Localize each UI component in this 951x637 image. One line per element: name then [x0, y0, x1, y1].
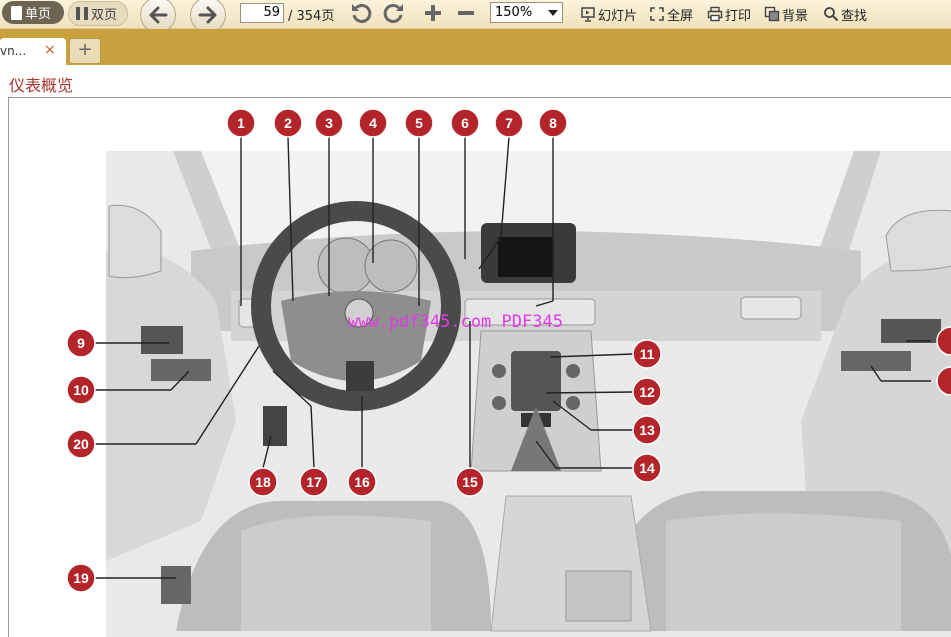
printer-icon: [707, 6, 723, 22]
slideshow-label: 幻灯片: [598, 8, 638, 24]
double-page-button[interactable]: 双页: [68, 1, 128, 26]
close-icon[interactable]: ×: [44, 42, 56, 58]
callout-13: 13: [632, 415, 662, 445]
page-title: 仪表概览: [9, 76, 74, 95]
page-number-input[interactable]: 59: [240, 3, 284, 23]
callout-14: 14: [632, 453, 662, 483]
callout-2-label: 2: [284, 115, 292, 131]
callout-19: 19: [66, 563, 96, 593]
tab-document[interactable]: vn... ×: [0, 38, 66, 65]
find-button[interactable]: 查找: [823, 2, 867, 26]
dashboard-figure: 1 2 3 4 5 6 7 8 9 10 11 12 13 14 15 16 1…: [8, 97, 951, 637]
callout-1: 1: [226, 108, 256, 138]
callout-20: 20: [66, 429, 96, 459]
callout-7-label: 7: [505, 115, 513, 131]
callout-11: 11: [632, 339, 662, 369]
callout-16: 16: [347, 467, 377, 497]
zoom-select[interactable]: 150%: [490, 2, 563, 23]
tab-bar: vn... × +: [0, 29, 951, 65]
book-icon: [76, 7, 88, 20]
callout-19-label: 19: [73, 570, 89, 586]
callout-16-label: 16: [354, 474, 370, 490]
callout-13-label: 13: [639, 422, 655, 438]
dashboard-illustration: 1 2 3 4 5 6 7 8 9 10 11 12 13 14 15 16 1…: [66, 108, 951, 637]
callout-4-label: 4: [369, 115, 377, 131]
callout-1-label: 1: [237, 115, 245, 131]
arrow-left-icon: [149, 6, 168, 24]
rotate-right-icon: [383, 3, 403, 23]
callout-17-label: 17: [306, 474, 322, 490]
plus-icon: [425, 5, 441, 21]
arrow-right-icon: [198, 6, 217, 24]
chevron-down-icon: [548, 10, 558, 16]
new-tab-button[interactable]: +: [69, 38, 101, 64]
callout-8-label: 8: [549, 115, 557, 131]
background-button[interactable]: 背景: [764, 2, 808, 26]
find-label: 查找: [841, 8, 868, 24]
fullscreen-button[interactable]: 全屏: [649, 2, 693, 26]
callout-7: 7: [494, 108, 524, 138]
slideshow-button[interactable]: 幻灯片: [580, 2, 637, 26]
print-label: 打印: [725, 8, 752, 24]
callout-10: 10: [66, 375, 96, 405]
minus-icon: [458, 11, 474, 15]
callout-2: 2: [273, 108, 303, 138]
print-button[interactable]: 打印: [707, 2, 751, 26]
callout-6: 6: [450, 108, 480, 138]
callout-9-label: 9: [77, 335, 85, 351]
page-total: / 354页: [288, 9, 335, 24]
callout-3-label: 3: [325, 115, 333, 131]
single-page-label: 单页: [25, 7, 52, 22]
zoom-out-button[interactable]: [455, 1, 477, 25]
callout-12: 12: [632, 377, 662, 407]
fullscreen-icon: [650, 7, 664, 21]
callout-20-label: 20: [73, 436, 89, 452]
callout-15-label: 15: [462, 474, 478, 490]
callout-12-label: 12: [639, 384, 655, 400]
background-label: 背景: [782, 8, 809, 24]
watermark: www.pdf345.com PDF345: [348, 312, 563, 332]
callout-18-label: 18: [255, 474, 271, 490]
callout-18: 18: [248, 467, 278, 497]
rotate-left-button[interactable]: [349, 1, 373, 25]
tab-label: vn...: [0, 44, 27, 58]
rotate-right-button[interactable]: [382, 1, 406, 25]
callout-5-label: 5: [415, 115, 423, 131]
background-icon: [764, 6, 780, 22]
callout-15: 15: [455, 467, 485, 497]
fullscreen-label: 全屏: [667, 8, 694, 24]
callout-5: 5: [404, 108, 434, 138]
callout-8: 8: [538, 108, 568, 138]
callout-6-label: 6: [461, 115, 469, 131]
callout-10-label: 10: [73, 382, 89, 398]
callout-17: 17: [299, 467, 329, 497]
search-icon: [824, 7, 839, 22]
callout-9: 9: [66, 328, 96, 358]
document-icon: [11, 5, 22, 20]
callout-11-label: 11: [640, 346, 655, 362]
rotate-left-icon: [352, 3, 372, 23]
double-page-label: 双页: [91, 8, 118, 23]
single-page-button[interactable]: 单页: [2, 1, 64, 24]
callout-4: 4: [358, 108, 388, 138]
zoom-value: 150%: [495, 5, 533, 20]
callout-3: 3: [314, 108, 344, 138]
slideshow-icon: [581, 7, 595, 22]
zoom-in-button[interactable]: [422, 1, 444, 25]
toolbar: 单页 双页 59 / 354页 150% 幻灯片 全屏 打印 背景 查找: [0, 0, 951, 33]
callout-14-label: 14: [639, 460, 655, 476]
